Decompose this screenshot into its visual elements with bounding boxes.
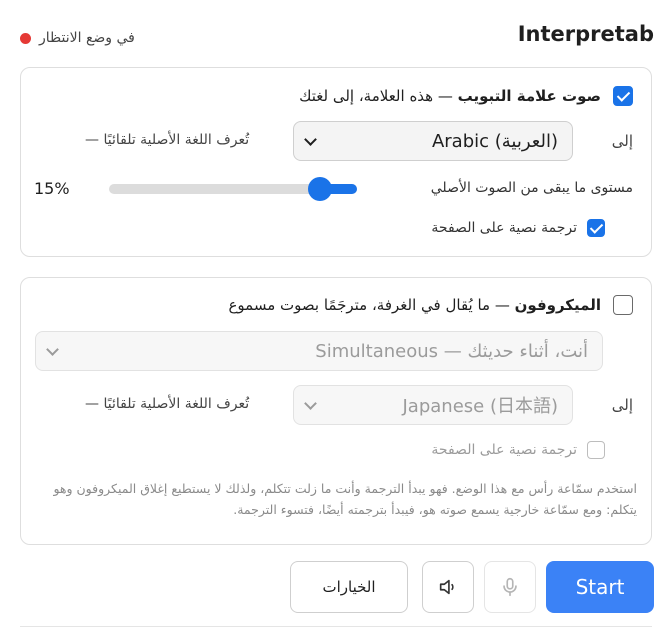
microphone-mode-value: Simultaneous — أنت، أثناء حديثك bbox=[315, 340, 588, 362]
tab-audio-checkbox[interactable] bbox=[613, 86, 633, 106]
status-text: في وضع الانتظار bbox=[39, 30, 135, 46]
app-title: Interpretab bbox=[517, 22, 654, 46]
speaker-icon bbox=[439, 579, 454, 595]
options-button-label: الخيارات bbox=[322, 578, 376, 596]
microphone-toggle-row[interactable]: الميكروفون — ما يُقال في الغرفة، مترجَمً… bbox=[228, 295, 633, 315]
original-volume-label: مستوى ما يبقى من الصوت الأصلي bbox=[430, 180, 633, 196]
tab-audio-label: صوت علامة التبويب — هذه العلامة، إلى لغت… bbox=[299, 87, 601, 105]
microphone-transcript-row[interactable]: ترجمة نصية على الصفحة bbox=[431, 441, 605, 459]
tab-audio-card: صوت علامة التبويب — هذه العلامة، إلى لغت… bbox=[20, 67, 652, 257]
microphone-mode-select[interactable]: Simultaneous — أنت، أثناء حديثك bbox=[35, 331, 603, 371]
microphone-title: الميكروفون bbox=[514, 296, 601, 314]
tab-audio-transcript-row[interactable]: ترجمة نصية على الصفحة bbox=[431, 219, 605, 237]
microphone-transcript-checkbox[interactable] bbox=[587, 441, 605, 459]
tab-audio-language-select[interactable]: Arabic (العربية) bbox=[293, 121, 573, 161]
tab-audio-auto-detect-hint: — تُعرف اللغة الأصلية تلقائيًا bbox=[85, 132, 250, 148]
tab-audio-transcript-checkbox[interactable] bbox=[587, 219, 605, 237]
tab-audio-to-label: إلى bbox=[611, 132, 633, 150]
options-button[interactable]: الخيارات bbox=[290, 561, 408, 613]
original-volume-percent: 15% bbox=[34, 179, 70, 198]
start-button[interactable]: Start bbox=[546, 561, 654, 613]
tab-audio-toggle-row[interactable]: صوت علامة التبويب — هذه العلامة، إلى لغت… bbox=[299, 86, 633, 106]
chevron-down-icon bbox=[304, 133, 317, 146]
microphone-checkbox[interactable] bbox=[613, 295, 633, 315]
microphone-to-label: إلى bbox=[611, 396, 633, 414]
tab-audio-language-value: Arabic (العربية) bbox=[431, 130, 558, 152]
microphone-label: الميكروفون — ما يُقال في الغرفة، مترجَمً… bbox=[228, 296, 601, 314]
chevron-down-icon bbox=[304, 397, 317, 410]
tab-audio-subtitle: — هذه العلامة، إلى لغتك bbox=[299, 87, 458, 105]
microphone-language-value: Japanese (日本語) bbox=[402, 396, 559, 417]
divider bbox=[20, 626, 652, 627]
speaker-button[interactable] bbox=[422, 561, 474, 613]
microphone-transcript-label: ترجمة نصية على الصفحة bbox=[431, 442, 577, 458]
microphone-headset-note: استخدم سمّاعة رأس مع هذا الوضع. فهو يبدأ… bbox=[53, 481, 637, 517]
chevron-down-icon bbox=[46, 343, 59, 356]
microphone-icon bbox=[503, 577, 517, 597]
microphone-card: الميكروفون — ما يُقال في الغرفة، مترجَمً… bbox=[20, 277, 652, 545]
tab-audio-title: صوت علامة التبويب bbox=[457, 87, 601, 105]
tab-audio-transcript-label: ترجمة نصية على الصفحة bbox=[431, 220, 577, 236]
header: Interpretab في وضع الانتظار bbox=[0, 0, 672, 70]
microphone-language-select[interactable]: Japanese (日本語) bbox=[293, 385, 573, 425]
status-dot-icon bbox=[20, 32, 31, 44]
microphone-button[interactable] bbox=[484, 561, 536, 613]
start-button-label: Start bbox=[575, 575, 625, 599]
original-volume-thumb[interactable] bbox=[308, 178, 331, 200]
status-indicator: في وضع الانتظار bbox=[20, 30, 135, 46]
microphone-subtitle: — ما يُقال في الغرفة، مترجَمًا بصوت مسمو… bbox=[228, 296, 515, 314]
microphone-auto-detect-hint: — تُعرف اللغة الأصلية تلقائيًا bbox=[85, 396, 250, 412]
